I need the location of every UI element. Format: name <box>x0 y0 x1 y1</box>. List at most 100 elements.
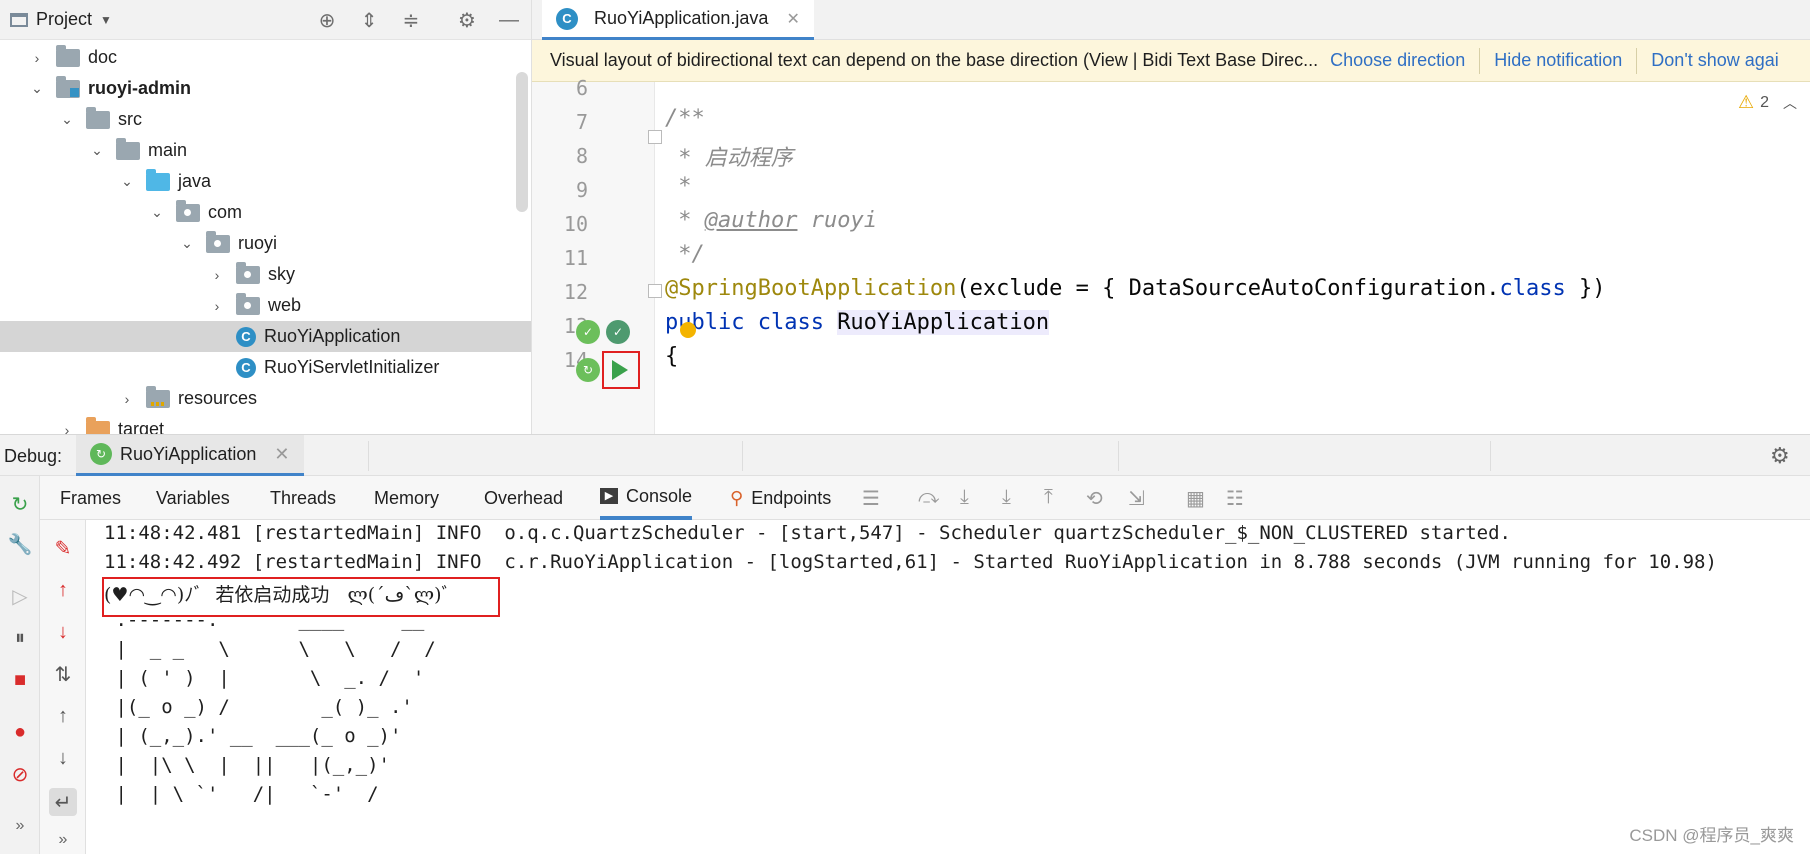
inspection-widget[interactable]: ⚠ 2 ︿ <box>1738 92 1797 113</box>
line-number: 11 <box>563 246 588 270</box>
tree-item[interactable]: › sky <box>0 259 531 290</box>
up-icon[interactable]: ↑ <box>49 702 77 730</box>
code-line-8: * 启动程序 <box>665 146 793 171</box>
minimize-icon[interactable]: — <box>496 8 522 32</box>
javadoc-tag: @author <box>704 208 798 233</box>
menu-icon[interactable]: ☰ <box>862 486 880 511</box>
tab-console[interactable]: ▶ Console <box>600 476 693 520</box>
tab-frames[interactable]: Frames <box>60 476 121 520</box>
chevron-right-icon[interactable]: › <box>28 50 46 66</box>
tree-item[interactable]: ⌄ ruoyi <box>0 228 531 259</box>
folder-icon <box>116 137 140 160</box>
code-line-13: public class RuoYiApplication <box>665 310 1050 335</box>
close-icon[interactable]: ✕ <box>274 444 289 465</box>
down-icon[interactable]: ↓ <box>49 744 77 772</box>
arrow-up-icon[interactable]: ↑ <box>49 576 77 604</box>
chevron-down-icon[interactable]: ⌄ <box>88 142 106 159</box>
locate-icon[interactable]: ⊕ <box>314 8 340 32</box>
tree-item[interactable]: ⌄ java <box>0 166 531 197</box>
chevron-down-icon[interactable]: ⌄ <box>178 235 196 252</box>
debug-label: Debug: <box>4 446 63 466</box>
chevron-right-icon[interactable]: › <box>58 422 76 435</box>
editor-tab-ruoyiapplication[interactable]: C RuoYiApplication.java ✕ <box>542 0 814 40</box>
gear-icon[interactable]: ⚙ <box>1770 443 1790 469</box>
collapse-all-icon[interactable]: ≑ <box>398 8 424 32</box>
watermark: CSDN @程序员_爽爽 <box>1629 826 1794 845</box>
soft-wrap-icon[interactable]: ↵ <box>49 788 77 816</box>
tab-endpoints[interactable]: ⚲ Endpoints <box>730 476 831 520</box>
tab-threads[interactable]: Threads <box>270 476 336 520</box>
project-title: Project <box>36 9 93 29</box>
hide-notification-link[interactable]: Hide notification <box>1494 50 1622 71</box>
step-out-icon[interactable]: ⤒ <box>1044 486 1053 509</box>
code-line-7: /** <box>665 106 705 131</box>
chevron-right-icon[interactable]: › <box>208 298 226 314</box>
line-number: 10 <box>563 212 588 236</box>
chevron-right-icon[interactable]: › <box>118 391 136 407</box>
console-output[interactable]: 11:48:42.481 [restartedMain] INFO o.q.c.… <box>86 520 1810 854</box>
more-icon[interactable]: » <box>49 826 77 854</box>
chevron-down-icon[interactable]: ⌄ <box>28 80 46 97</box>
project-header: Project ▼ ⊕ ⇕ ≑ ⚙ — <box>0 0 531 40</box>
spring-config-icon[interactable]: ✓ <box>606 320 630 344</box>
spring-bean-icon[interactable]: ✓ <box>576 320 600 344</box>
tree-item[interactable]: C RuoYiApplication <box>0 321 531 352</box>
tree-item[interactable]: › target <box>0 414 531 435</box>
tab-variables[interactable]: Variables <box>156 476 230 520</box>
step-into-icon[interactable]: ⤓ <box>960 486 969 509</box>
tab-overhead[interactable]: Overhead <box>484 476 563 520</box>
wrench-icon[interactable]: 🔧 <box>6 530 34 558</box>
dont-show-again-link[interactable]: Don't show agai <box>1651 50 1779 71</box>
trace-icon[interactable]: ☷ <box>1226 486 1244 511</box>
tab-memory[interactable]: Memory <box>374 476 439 520</box>
debug-session-label: RuoYiApplication <box>120 443 257 464</box>
resume-icon[interactable]: ▷ <box>6 582 34 610</box>
sort-icon[interactable]: ⇅ <box>49 660 77 688</box>
folder-icon <box>146 168 170 191</box>
tree-scrollbar[interactable] <box>516 72 528 212</box>
code-area[interactable]: /** * 启动程序 * * @author ruoyi */ @SpringB… <box>655 82 1810 434</box>
more-icon[interactable]: » <box>6 812 34 840</box>
chevron-up-icon[interactable]: ︿ <box>1783 93 1797 113</box>
debug-session-tab[interactable]: ↻ RuoYiApplication ✕ <box>76 435 304 477</box>
editor-tab-bar: C RuoYiApplication.java ✕ <box>532 0 1810 40</box>
stop-icon[interactable]: ■ <box>6 666 34 694</box>
chevron-down-icon[interactable]: ⌄ <box>118 173 136 190</box>
tree-item[interactable]: › resources <box>0 383 531 414</box>
tree-item[interactable]: › doc <box>0 42 531 73</box>
close-icon[interactable]: ✕ <box>786 9 799 29</box>
chevron-down-icon[interactable]: ⌄ <box>58 111 76 128</box>
lightbulb-icon[interactable] <box>680 322 696 338</box>
mute-breakpoints-icon[interactable]: ⊘ <box>6 760 34 788</box>
chevron-right-icon[interactable]: › <box>208 267 226 283</box>
expand-all-icon[interactable]: ⇕ <box>356 8 382 32</box>
project-view-selector[interactable]: Project ▼ <box>10 9 112 30</box>
arrow-down-icon[interactable]: ↓ <box>49 618 77 646</box>
clear-icon[interactable]: ✎ <box>49 534 77 562</box>
view-breakpoints-icon[interactable]: ● <box>6 718 34 746</box>
pause-icon[interactable]: ⏸ <box>6 624 34 652</box>
fold-icon[interactable] <box>648 284 662 298</box>
code-line-9: * <box>665 174 692 199</box>
gear-icon[interactable]: ⚙ <box>454 8 480 32</box>
fold-icon[interactable] <box>648 130 662 144</box>
tree-item[interactable]: ⌄ com <box>0 197 531 228</box>
rerun-icon[interactable]: ↻ <box>6 490 34 518</box>
choose-direction-link[interactable]: Choose direction <box>1330 50 1465 71</box>
force-step-into-icon[interactable]: ⤓ <box>1002 486 1011 509</box>
tree-item[interactable]: ⌄ src <box>0 104 531 135</box>
evaluate-icon[interactable]: ▦ <box>1186 486 1205 511</box>
tree-item[interactable]: › web <box>0 290 531 321</box>
folder-icon <box>236 261 260 284</box>
code-line-14: { <box>665 344 679 369</box>
tree-item[interactable]: ⌄ main <box>0 135 531 166</box>
drop-frame-icon[interactable]: ⟲ <box>1086 486 1103 511</box>
tree-item[interactable]: ⌄ ruoyi-admin <box>0 73 531 104</box>
divider <box>1118 441 1119 471</box>
step-over-icon[interactable]: ⤼ <box>918 486 939 509</box>
chevron-down-icon[interactable]: ⌄ <box>148 204 166 221</box>
run-to-cursor-icon[interactable]: ⇲ <box>1128 486 1145 511</box>
tree-item[interactable]: C RuoYiServletInitializer <box>0 352 531 383</box>
run-icon[interactable] <box>612 360 628 380</box>
spring-bean-icon[interactable]: ↻ <box>576 358 600 382</box>
